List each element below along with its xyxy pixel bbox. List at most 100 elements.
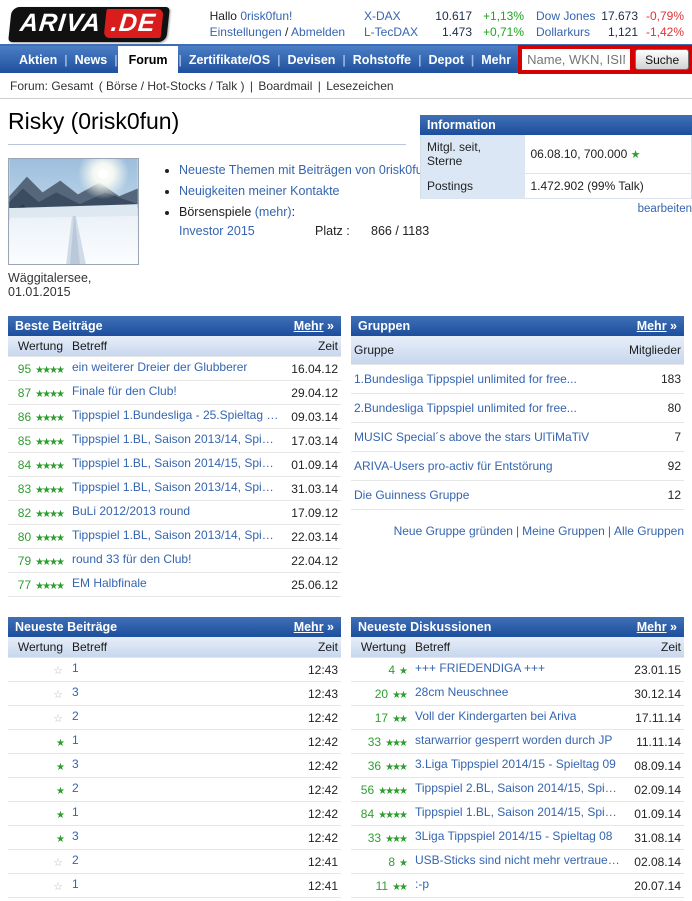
edit-profile-link[interactable]: bearbeiten (638, 203, 692, 215)
time-cell: 22.04.12 (283, 549, 341, 573)
neueste-beitraege-mehr-link[interactable]: Mehr » (294, 620, 334, 634)
topic-link[interactable]: Finale für den Club! (72, 384, 177, 398)
topic-link[interactable]: Tippspiel 1.Bundesliga - 25.Spieltag 201… (72, 408, 280, 422)
breadcrumb-boardmail-link[interactable]: Boardmail (258, 79, 312, 93)
diskussionen-mehr-link[interactable]: Mehr » (637, 620, 677, 634)
table-row: ARIVA-Users pro-activ für Entstörung 92 (351, 452, 684, 481)
topic-cell: 1 (66, 658, 283, 682)
ariva-logo[interactable]: ARIVA .DE (8, 7, 169, 42)
rating-cell: 8★ (351, 850, 409, 874)
topic-link[interactable]: Tippspiel 1.BL, Saison 2014/15, Spieltag… (415, 805, 623, 819)
group-link[interactable]: 1.Bundesliga Tippspiel unlimited for fre… (354, 372, 577, 386)
rating-stars-icon: ★★★ (385, 834, 406, 845)
rating-cell: 84★★★★ (351, 802, 409, 826)
topic-link[interactable]: Tippspiel 1.BL, Saison 2014/15, Spieltag… (72, 456, 280, 470)
table-row: 84★★★★ Tippspiel 1.BL, Saison 2014/15, Sp… (8, 453, 341, 477)
beste-mehr-link[interactable]: Mehr » (294, 319, 334, 333)
settings-link[interactable]: Einstellungen (210, 25, 282, 39)
search-button[interactable]: Suche (635, 49, 689, 70)
topic-link[interactable]: round 33 für den Club! (72, 552, 191, 566)
rating-stars-icon: ★★ (392, 882, 406, 893)
breadcrumb-lesezeichen-link[interactable]: Lesezeichen (326, 79, 393, 93)
search-input[interactable] (522, 49, 630, 70)
topic-link[interactable]: ein weiterer Dreier der Glubberer (72, 360, 247, 374)
topic-link[interactable]: 1 (72, 877, 79, 891)
rating-cell: 86★★★★ (8, 405, 66, 429)
contacts-news-link[interactable]: Neuigkeiten meiner Kontakte (179, 184, 340, 198)
topic-cell: Finale für den Club! (66, 381, 283, 405)
topic-link[interactable]: Tippspiel 1.BL, Saison 2013/14, Spieltag… (72, 480, 280, 494)
rating-score: 86 (18, 410, 31, 424)
group-link[interactable]: 2.Bundesliga Tippspiel unlimited for fre… (354, 401, 577, 415)
topic-link[interactable]: Tippspiel 1.BL, Saison 2013/14, Spieltag… (72, 528, 280, 542)
topic-link[interactable]: 3 (72, 757, 79, 771)
beste-beitraege-table: Wertung Betreff Zeit 95★★★★ein weiterer … (8, 336, 341, 597)
rating-cell: 84★★★★ (8, 453, 66, 477)
topic-link[interactable]: USB-Sticks sind nicht mehr vertrauenswür… (415, 853, 623, 867)
table-row: ★312:42 (8, 754, 341, 778)
rating-cell: 33★★★ (351, 826, 409, 850)
alle-gruppen-link[interactable]: Alle Gruppen (614, 524, 684, 538)
rating-score: 84 (18, 458, 31, 472)
topic-cell: Tippspiel 1.BL, Saison 2014/15, Spieltag… (66, 453, 283, 477)
group-members-cell: 12 (622, 481, 684, 510)
topic-link[interactable]: 1 (72, 661, 79, 675)
ticker-xdax-link[interactable]: X-DAX (364, 8, 426, 24)
topic-link[interactable]: BuLi 2012/2013 round (72, 504, 190, 518)
topic-link[interactable]: 3.Liga Tippspiel 2014/15 - Spieltag 09 (415, 757, 616, 771)
nav-item-mehr[interactable]: Mehr (474, 46, 518, 73)
topic-link[interactable]: 1 (72, 805, 79, 819)
nav-item-zertifikate[interactable]: Zertifikate/OS (182, 46, 277, 73)
time-cell: 12:42 (283, 730, 341, 754)
topic-link[interactable]: 28cm Neuschnee (415, 685, 508, 699)
nav-item-aktien[interactable]: Aktien (12, 46, 64, 73)
group-name-cell: ARIVA-Users pro-activ für Entstörung (351, 452, 622, 481)
time-cell: 30.12.14 (626, 682, 684, 706)
ticker-dollarkurs-link[interactable]: Dollarkurs (536, 24, 596, 40)
ticker-ltecdax-link[interactable]: L-TecDAX (364, 24, 426, 40)
rating-score: 79 (18, 554, 31, 568)
group-members-cell: 92 (622, 452, 684, 481)
table-row: ☆112:41 (8, 874, 341, 898)
topic-link[interactable]: Tippspiel 2.BL, Saison 2014/15, Spieltag… (415, 781, 623, 795)
topic-link[interactable]: 3 (72, 685, 79, 699)
market-ticker: X-DAX 10.617 +1,13% Dow Jones 17.673 -0,… (364, 7, 684, 40)
nav-item-depot[interactable]: Depot (421, 46, 470, 73)
group-link[interactable]: Die Guinness Gruppe (354, 488, 469, 502)
topic-link[interactable]: +++ FRIEDENDIGA +++ (415, 661, 545, 675)
nav-item-rohstoffe[interactable]: Rohstoffe (346, 46, 418, 73)
group-link[interactable]: ARIVA-Users pro-activ für Entstörung (354, 459, 553, 473)
topic-link[interactable]: 3 (72, 829, 79, 843)
beste-beitraege-header: Beste Beiträge Mehr » (8, 316, 341, 336)
search-box: Suche (518, 45, 692, 74)
table-header-row: Wertung Betreff Zeit (8, 637, 341, 658)
nav-item-forum-active[interactable]: Forum (118, 46, 179, 73)
section-beste-beitraege: Beste Beiträge Mehr » Wertung Betreff Ze… (8, 316, 341, 597)
gruppen-mehr-link[interactable]: Mehr » (637, 319, 677, 333)
breadcrumb-board-links[interactable]: ( Börse / Hot-Stocks / Talk ) (99, 79, 245, 93)
new-topics-link[interactable]: Neueste Themen mit Beiträgen von 0risk0f… (179, 163, 430, 177)
topic-link[interactable]: 2 (72, 709, 79, 723)
nav-item-news[interactable]: News (68, 46, 115, 73)
topic-link[interactable]: :-p (415, 877, 429, 891)
topic-link[interactable]: EM Halbfinale (72, 576, 147, 590)
topic-link[interactable]: 2 (72, 781, 79, 795)
nav-item-devisen[interactable]: Devisen (280, 46, 342, 73)
group-link[interactable]: MUSIC Special´s above the stars UlTiMaTi… (354, 430, 589, 444)
logout-link[interactable]: Abmelden (291, 25, 345, 39)
game-link[interactable]: Investor 2015 (179, 224, 315, 238)
username-link[interactable]: 0risk0fun! (240, 9, 292, 23)
topic-link[interactable]: 3Liga Tippspiel 2014/15 - Spieltag 08 (415, 829, 612, 843)
topic-link[interactable]: Tippspiel 1.BL, Saison 2013/14, Spieltag… (72, 432, 280, 446)
table-row: 33★★★starwarrior gesperrt worden durch J… (351, 730, 684, 754)
topic-link[interactable]: Voll der Kindergarten bei Ariva (415, 709, 576, 723)
topic-link[interactable]: 1 (72, 733, 79, 747)
topic-link[interactable]: 2 (72, 853, 79, 867)
table-row: 11★★:-p20.07.14 (351, 874, 684, 898)
topic-link[interactable]: starwarrior gesperrt worden durch JP (415, 733, 612, 747)
meine-gruppen-link[interactable]: Meine Gruppen (522, 524, 605, 538)
games-more-link[interactable]: (mehr) (255, 205, 292, 219)
information-box: Information Mitgl. seit, Sterne 06.08.10… (420, 115, 692, 215)
ticker-dowjones-link[interactable]: Dow Jones (536, 8, 596, 24)
neue-gruppe-link[interactable]: Neue Gruppe gründen (394, 524, 513, 538)
